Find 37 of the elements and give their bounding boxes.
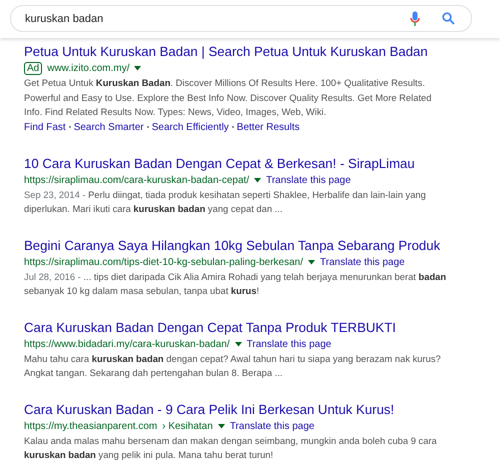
result-title-link[interactable]: Cara Kuruskan Badan Dengan Cepat Tanpa Produk TERBUKTI [24,318,396,336]
caret-icon[interactable] [218,424,225,428]
ad-label: Ad [24,62,42,75]
search-bar[interactable]: kuruskan badan [10,5,472,32]
result-url: https://www.bidadari.my/cara-kuruskan-badan/ [24,338,230,352]
sitelink[interactable]: Better Results [236,120,300,134]
result-title-link[interactable]: Cara Kuruskan Badan - 9 Cara Pelik Ini Berkesan Untuk Kurus! [24,400,394,418]
result-snippet: Mahu tahu cara kuruskan badan dengan cepat? Awal tahun hari tu siapa yang berazam nak kurus? Angkat tangan. Sekarang dah pertengahan bulan 8. Berapa ... [24,352,442,380]
result-url: https://siraplimau.com/cara-kuruskan-badan-cepat/ [24,174,250,188]
caret-icon[interactable] [134,66,142,71]
search-field[interactable]: kuruskan badan [25,12,398,24]
sitelink[interactable]: Search Smarter [74,120,144,134]
caret-icon[interactable] [254,178,262,182]
separator-dot [232,126,234,128]
translate-link[interactable]: Translate this page [230,418,314,434]
caret-icon[interactable] [234,342,242,346]
result-title-link[interactable]: Begini Caranya Saya Hilangkan 10kg Sebulan Tanpa Sebarang Produk [24,236,440,254]
sitelink[interactable]: Find Fast [24,120,66,134]
translate-link[interactable]: Translate this page [246,336,332,352]
breadcrumb: › Kesihatan [162,420,213,434]
translate-link[interactable]: Translate this page [320,254,405,270]
result-title-link[interactable]: Petua Untuk Kuruskan Badan | Search Petua Untuk Kuruskan Badan [24,42,428,61]
result-url: https://siraplimau.com/tips-diet-10-kg-sebulan-paling-berkesan/ [24,256,304,270]
result-url: https://my.theasianparent.com [24,420,158,434]
result-title-link[interactable]: 10 Cara Kuruskan Badan Dengan Cepat & Berkesan! - SirapLimau [24,154,415,172]
result-snippet: Jul 28, 2016 - ... tips diet daripada Cik Alia Amira Rohadi yang telah berjaya menurunkan berat badan sebanyak 10 kg dalam masa sebulan, tanpa ubat kurus! [24,270,448,298]
separator-dot [68,126,71,128]
separator-dot [146,126,149,128]
result-url: www.izito.com.my/ [47,62,130,76]
microphone-icon[interactable] [410,10,420,26]
search-icon[interactable] [442,12,455,25]
result-snippet: Sep 23, 2014 - Perlu diingat, tiada produk kesihatan seperti Shaklee, Herbalife dan lain-lain yang diperlukan. Mari ikuti cara kuruskan badan yang cepat dan ... [24,188,427,216]
sitelink[interactable]: Search Efficiently [152,120,229,134]
caret-icon[interactable] [308,260,316,264]
result-snippet: Kalau anda malas mahu bersenam dan makan dengan seimbang, mungkin anda boleh cuba 9 cara kuruskan badan yang pelik ini pula. Mana tahu berat turun! [24,434,438,462]
result-snippet: Get Petua Untuk Kuruskan Badan. Discover Millions Of Results Here. 100+ Qualitative Results. Powerful and Easy to Use. Explore the Best Info Now. Discover Quality Results. Get More Related Info. Find Related Results Now. Types: News, Video, Images, Web, Wiki. [24,76,432,119]
translate-link[interactable]: Translate this page [266,172,351,188]
